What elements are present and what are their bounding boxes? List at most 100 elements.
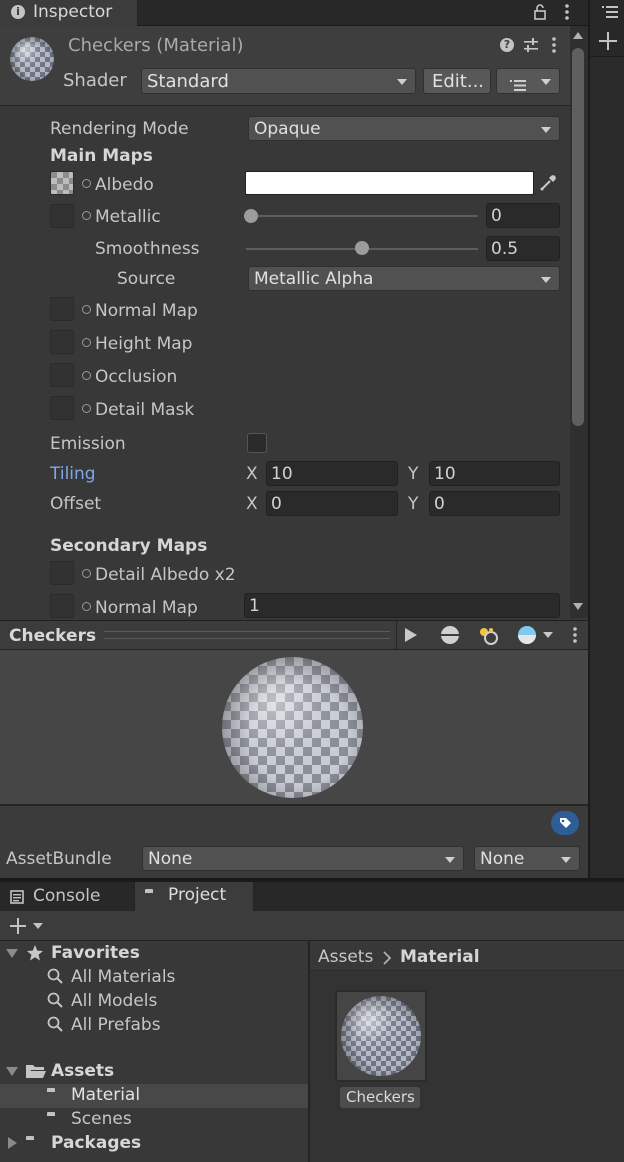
favorite-item-all-materials[interactable]: All Materials	[71, 969, 175, 986]
offset-y-label: Y	[408, 494, 419, 514]
smoothness-value: 0.5	[491, 239, 519, 259]
shader-options-button[interactable]	[496, 68, 560, 94]
secondary-normal-texture-slot[interactable]	[50, 594, 74, 618]
shader-dropdown[interactable]: Standard	[141, 68, 416, 94]
chevron-down-icon	[541, 276, 551, 283]
asset-thumbnail	[341, 996, 421, 1076]
eyedropper-icon[interactable]	[538, 173, 558, 193]
texture-picker-icon[interactable]	[82, 305, 91, 314]
search-icon	[47, 992, 63, 1008]
preview-drag-handle[interactable]	[104, 631, 390, 639]
normal-map-label: Normal Map	[95, 301, 198, 321]
asset-bundle-dropdown[interactable]: None	[142, 846, 464, 871]
tree-item-scenes[interactable]: Scenes	[71, 1111, 132, 1128]
preview-menu-icon[interactable]	[572, 626, 578, 644]
albedo-texture-slot[interactable]	[50, 171, 74, 195]
play-icon[interactable]	[405, 628, 417, 642]
tiling-x-field[interactable]: 10	[266, 461, 398, 486]
scroll-down-icon[interactable]	[573, 603, 583, 610]
smoothness-value-field[interactable]: 0.5	[486, 236, 560, 261]
source-value: Metallic Alpha	[254, 269, 374, 289]
tiling-x-label: X	[246, 464, 258, 484]
normal-map-texture-slot[interactable]	[50, 297, 74, 321]
chevron-down-icon	[541, 79, 551, 85]
edit-shader-button[interactable]: Edit...	[423, 68, 491, 94]
texture-picker-icon[interactable]	[82, 404, 91, 413]
asset-item-checkers[interactable]	[335, 990, 427, 1082]
tiling-label[interactable]: Tiling	[50, 466, 96, 483]
asset-item-checkers-label[interactable]: Checkers	[346, 1090, 415, 1105]
offset-x-label: X	[246, 494, 258, 514]
metallic-slider-knob[interactable]	[244, 209, 258, 223]
console-icon	[10, 889, 24, 904]
tree-item-material[interactable]: Material	[71, 1087, 140, 1104]
tiling-x-value: 10	[271, 464, 293, 484]
scroll-up-icon[interactable]	[573, 32, 583, 39]
height-map-texture-slot[interactable]	[50, 330, 74, 354]
tab-console[interactable]: Console	[0, 882, 132, 911]
preview-sphere[interactable]	[222, 657, 363, 798]
favorites-label[interactable]: Favorites	[51, 945, 140, 962]
texture-picker-icon[interactable]	[82, 371, 91, 380]
label-tag-icon[interactable]	[551, 811, 579, 835]
texture-picker-icon[interactable]	[82, 179, 91, 188]
metallic-value-field[interactable]: 0	[486, 203, 560, 228]
asset-variant-dropdown[interactable]: None	[474, 846, 580, 871]
chevron-right-icon	[382, 950, 392, 965]
help-icon[interactable]: ?	[500, 38, 514, 52]
assets-folder-label[interactable]: Assets	[51, 1063, 114, 1080]
light-toggle-icon[interactable]	[477, 624, 499, 646]
add-icon[interactable]	[598, 31, 618, 51]
albedo-label: Albedo	[95, 175, 154, 195]
expand-arrow-icon[interactable]	[6, 949, 18, 958]
offset-y-value: 0	[434, 494, 445, 514]
tab-inspector[interactable]: i Inspector	[0, 0, 138, 26]
occlusion-texture-slot[interactable]	[50, 363, 74, 387]
shader-value: Standard	[147, 71, 229, 92]
expand-arrow-icon[interactable]	[6, 1067, 18, 1076]
material-thumbnail	[10, 37, 54, 81]
rendering-mode-dropdown[interactable]: Opaque	[248, 116, 560, 141]
chevron-down-icon[interactable]	[543, 632, 553, 638]
breadcrumb-material[interactable]: Material	[400, 949, 480, 966]
collapse-arrow-icon[interactable]	[8, 1137, 17, 1149]
secondary-normal-scale-field[interactable]: 1	[244, 593, 560, 618]
metallic-texture-slot[interactable]	[50, 204, 74, 228]
create-add-icon[interactable]	[8, 916, 28, 936]
rendering-mode-label: Rendering Mode	[50, 119, 189, 139]
detail-albedo-texture-slot[interactable]	[50, 561, 74, 585]
texture-picker-icon[interactable]	[82, 211, 91, 220]
list-icon[interactable]	[602, 4, 618, 18]
metallic-slider-track[interactable]	[250, 215, 478, 217]
shader-label: Shader	[63, 70, 127, 91]
offset-x-field[interactable]: 0	[266, 491, 398, 516]
lock-icon[interactable]	[534, 4, 546, 20]
project-toolbar	[0, 911, 624, 941]
texture-picker-icon[interactable]	[82, 569, 91, 578]
favorite-item-all-models[interactable]: All Models	[71, 993, 157, 1010]
tiling-y-field[interactable]: 10	[429, 461, 560, 486]
texture-picker-icon[interactable]	[82, 338, 91, 347]
smoothness-slider-knob[interactable]	[355, 241, 369, 255]
emission-checkbox[interactable]	[247, 433, 267, 453]
info-icon: i	[11, 5, 25, 19]
chevron-down-icon[interactable]	[33, 923, 43, 929]
packages-folder-label[interactable]: Packages	[51, 1135, 141, 1152]
kebab-menu-icon[interactable]	[564, 3, 570, 21]
favorite-item-all-prefabs[interactable]: All Prefabs	[71, 1017, 161, 1034]
component-menu-icon[interactable]	[551, 36, 557, 54]
tab-project[interactable]: Project	[134, 882, 254, 912]
sphere-mesh-icon[interactable]	[439, 624, 461, 646]
albedo-color-field[interactable]	[245, 171, 534, 195]
breadcrumb-assets[interactable]: Assets	[318, 949, 373, 966]
detail-mask-texture-slot[interactable]	[50, 396, 74, 420]
skybox-sphere-icon[interactable]	[516, 624, 538, 646]
source-dropdown[interactable]: Metallic Alpha	[248, 266, 560, 291]
edit-shader-label: Edit...	[432, 71, 485, 92]
metallic-label: Metallic	[95, 207, 161, 227]
tab-inspector-label: Inspector	[33, 2, 113, 22]
inspector-scrollbar-thumb[interactable]	[572, 48, 584, 426]
preset-icon[interactable]	[523, 37, 539, 53]
offset-y-field[interactable]: 0	[429, 491, 560, 516]
texture-picker-icon[interactable]	[82, 602, 91, 611]
